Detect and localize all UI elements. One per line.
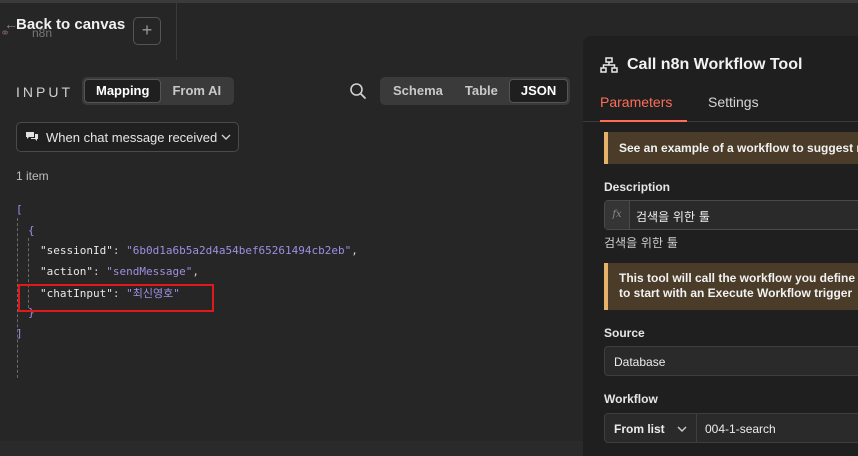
tab-parameters[interactable]: Parameters [600, 94, 672, 110]
json-key: "action" [40, 265, 93, 278]
node-tabs: Parameters Settings [583, 86, 858, 122]
json-open-array: [ [16, 203, 23, 216]
view-json-option[interactable]: JSON [508, 79, 569, 103]
description-field[interactable]: fx 검색을 위한 툴 [604, 200, 858, 230]
mode-from-ai-option[interactable]: From AI [161, 79, 232, 103]
view-table-option[interactable]: Table [454, 79, 509, 103]
chevron-down-icon [221, 134, 231, 140]
workflow-mode-value: From list [614, 422, 665, 436]
view-schema-option[interactable]: Schema [382, 79, 454, 103]
add-node-button[interactable]: + [133, 17, 161, 45]
header-divider [176, 0, 177, 60]
sitemap-icon [600, 57, 618, 73]
tool-info-line-1: This tool will call the workflow you def… [619, 271, 858, 285]
source-value: Database [614, 355, 666, 369]
source-select[interactable]: Database [604, 346, 858, 376]
source-label: Source [604, 326, 645, 340]
input-view-toggle: Schema Table JSON [380, 77, 571, 105]
expression-fx-icon: fx [605, 201, 630, 229]
back-to-canvas-link[interactable]: ← Back to canvas [4, 16, 126, 33]
json-value: "6b0d1a6b5a2d4a54bef65261494cb2eb" [126, 244, 352, 257]
json-key: "sessionId" [40, 244, 113, 257]
workflow-select[interactable]: 004-1-search [696, 413, 858, 443]
json-open-object: { [28, 224, 35, 237]
annotation-highlight-box [18, 284, 214, 312]
node-title[interactable]: Call n8n Workflow Tool [627, 56, 802, 74]
top-edge [0, 0, 858, 3]
back-to-canvas-label: Back to canvas [16, 16, 126, 33]
trigger-node-select[interactable]: When chat message received [16, 122, 239, 152]
json-value: "sendMessage" [106, 265, 193, 278]
example-notice[interactable]: See an example of a workflow to suggest … [604, 132, 858, 164]
description-preview: 검색을 위한 툴 [604, 236, 678, 250]
trigger-node-label: When chat message received [46, 130, 218, 145]
input-panel: INPUT Mapping From AI Schema Table JSON … [0, 60, 583, 441]
description-value: 검색을 위한 툴 [636, 210, 710, 224]
node-settings-panel: Call n8n Workflow Tool Parameters Settin… [583, 36, 858, 456]
tab-settings[interactable]: Settings [708, 94, 759, 110]
example-notice-text: See an example of a workflow to suggest … [619, 141, 858, 155]
workflow-mode-select[interactable]: From list [604, 413, 697, 443]
workflow-value: 004-1-search [705, 422, 776, 436]
back-arrow-icon: ← [4, 16, 18, 32]
item-count: 1 item [16, 169, 49, 183]
chevron-down-icon [677, 426, 687, 432]
tool-info-notice: This tool will call the workflow you def… [604, 263, 858, 310]
mode-mapping-option[interactable]: Mapping [84, 79, 162, 103]
input-panel-title: INPUT [16, 84, 73, 100]
json-close-array: ] [16, 327, 23, 340]
workflow-label: Workflow [604, 392, 658, 406]
tool-info-line-2: to start with an Execute Workflow trigge… [619, 286, 853, 300]
input-mode-toggle: Mapping From AI [82, 77, 235, 105]
search-icon[interactable] [349, 82, 367, 100]
json-row-action[interactable]: "action": "sendMessage", [40, 265, 199, 278]
active-tab-indicator [600, 120, 687, 122]
description-label: Description [604, 180, 671, 194]
json-row-session-id[interactable]: "sessionId": "6b0d1a6b5a2d4a54bef6526149… [40, 244, 358, 257]
chat-bubble-icon [26, 132, 38, 141]
